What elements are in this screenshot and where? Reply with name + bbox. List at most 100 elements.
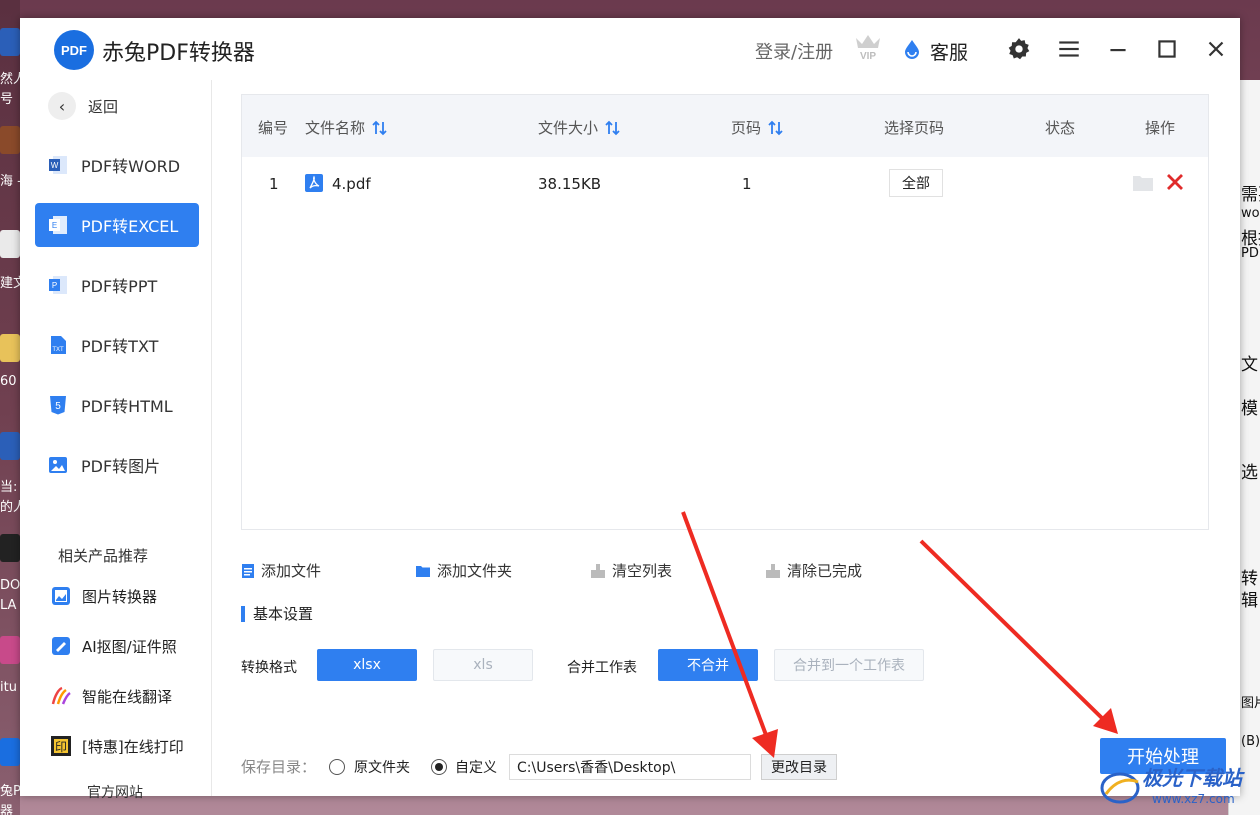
bg-doc-text: PDI [1241, 246, 1260, 261]
official-website-link[interactable]: 官方网站 [87, 782, 143, 802]
add-folder-button[interactable]: 添加文件夹 [415, 560, 512, 581]
sidebar-item-label: PDF转WORD [81, 157, 181, 176]
desktop-label: 60 [0, 374, 17, 389]
clear-done-label: 清除已完成 [787, 562, 863, 580]
add-file-button[interactable]: 添加文件 [241, 560, 321, 581]
bg-doc-text: 模 [1241, 399, 1258, 419]
service-drop-icon[interactable] [903, 39, 921, 59]
change-directory-button[interactable]: 更改目录 [761, 754, 837, 780]
sidebar-item-pdf-to-word[interactable]: W PDF转WORD [35, 143, 199, 187]
bg-doc-text: 辑 [1241, 591, 1258, 611]
minimize-icon[interactable] [1105, 36, 1131, 62]
add-file-label: 添加文件 [261, 562, 322, 580]
desktop-folder-icon[interactable] [0, 334, 20, 362]
vip-crown-icon[interactable]: VIP [852, 30, 884, 62]
image-icon [49, 457, 67, 473]
merge-sheets-label: 合并工作表 [567, 660, 637, 676]
header-ops-label: 操作 [1145, 119, 1176, 137]
recommend-label: 图片转换器 [82, 587, 158, 606]
sidebar-item-label: PDF转EXCEL [81, 217, 179, 236]
sidebar-item-label: PDF转TXT [81, 337, 159, 356]
svg-text:5: 5 [55, 401, 61, 412]
header-select-pages: 选择页码 [884, 117, 944, 138]
picture-converter-icon [52, 587, 70, 605]
recommend-item-translate[interactable]: 智能在线翻译 [50, 685, 172, 707]
save-path-field[interactable]: C:\Users\香香\Desktop\ [509, 754, 751, 780]
app-window: PDF 赤兔PDF转换器 登录/注册 VIP 客服 ‹ 返回 W PDF转WOR… [20, 18, 1240, 801]
desktop-label: 建文 [0, 276, 20, 291]
save-dir-label: 保存目录： [241, 758, 317, 776]
watermark-url: www.xz7.com [1152, 792, 1235, 806]
header-name[interactable]: 文件名称 [305, 117, 389, 138]
sidebar: ‹ 返回 W PDF转WORD E PDF转EXCEL P PDF转PPT TX… [20, 80, 212, 801]
header-size-label: 文件大小 [538, 119, 599, 137]
page-select-button[interactable]: 全部 [889, 169, 943, 197]
desktop-label: DOI [0, 578, 20, 593]
delete-icon[interactable] [1164, 171, 1186, 193]
no-merge-button[interactable]: 不合并 [658, 649, 758, 681]
desktop-word-icon[interactable] [0, 432, 20, 460]
file-table: 编号 文件名称 文件大小 页码 选择页码 状态 操作 1 4.pdf 38.15… [241, 94, 1209, 530]
recommend-item-picture-converter[interactable]: 图片转换器 [50, 585, 157, 607]
app-title: 赤兔PDF转换器 [102, 41, 255, 66]
menu-icon[interactable] [1056, 36, 1082, 62]
sort-icon [768, 120, 783, 135]
desktop-app-icon[interactable] [0, 126, 20, 154]
bg-doc-text: 选 [1241, 463, 1258, 483]
radio-custom[interactable] [431, 759, 447, 775]
app-logo: PDF [54, 30, 94, 70]
svg-text:E: E [52, 221, 57, 230]
login-register-link[interactable]: 登录/注册 [755, 38, 833, 64]
bg-doc-text: wor [1241, 206, 1260, 221]
sidebar-item-pdf-to-ppt[interactable]: P PDF转PPT [35, 263, 199, 307]
desktop-archive-icon[interactable] [0, 636, 20, 664]
clear-list-button[interactable]: 清空列表 [590, 560, 672, 581]
sidebar-item-pdf-to-image[interactable]: PDF转图片 [35, 443, 199, 487]
pdf-file-icon [305, 174, 323, 192]
desktop-app-icon[interactable] [0, 534, 20, 562]
customer-service-link[interactable]: 客服 [930, 38, 968, 65]
settings-gear-icon[interactable] [1006, 36, 1032, 62]
desktop-pdf-converter-icon[interactable] [0, 738, 20, 766]
word-icon: W [49, 156, 67, 174]
back-button[interactable]: ‹ 返回 [48, 92, 118, 120]
watermark-text: 极光下载站 [1142, 766, 1242, 790]
row-pages: 1 [742, 175, 752, 193]
table-header: 编号 文件名称 文件大小 页码 选择页码 状态 操作 [242, 95, 1208, 157]
recommend-label: 智能在线翻译 [82, 687, 173, 706]
sidebar-item-label: PDF转PPT [81, 277, 158, 296]
sort-icon [372, 120, 387, 135]
header-pages[interactable]: 页码 [731, 117, 785, 138]
header-name-label: 文件名称 [305, 119, 366, 137]
format-xlsx-button[interactable]: xlsx [317, 649, 417, 681]
row-file-size: 38.15KB [538, 175, 602, 193]
sidebar-item-pdf-to-txt[interactable]: TXT PDF转TXT [35, 323, 199, 367]
desktop-label: 兔P [0, 784, 20, 799]
recommend-item-online-print[interactable]: 印 [特惠]在线打印 [50, 735, 184, 757]
desktop-document-icon[interactable] [0, 230, 20, 258]
bg-doc-text: (B) [1241, 734, 1260, 749]
merge-one-sheet-button[interactable]: 合并到一个工作表 [774, 649, 924, 681]
radio-original-folder[interactable] [329, 759, 345, 775]
ai-cutout-icon [52, 637, 70, 655]
title-bar: PDF 赤兔PDF转换器 登录/注册 VIP 客服 [20, 18, 1240, 80]
format-xls-button[interactable]: xls [433, 649, 533, 681]
recommend-label: [特惠]在线打印 [82, 737, 184, 756]
desktop-label: 然人 [0, 72, 20, 87]
row-num: 1 [269, 175, 279, 193]
sidebar-item-pdf-to-html[interactable]: 5 PDF转HTML [35, 383, 199, 427]
add-file-icon [242, 563, 254, 578]
desktop-word-icon[interactable] [0, 28, 20, 56]
broom-icon [766, 563, 780, 578]
maximize-icon[interactable] [1154, 36, 1180, 62]
translate-icon [51, 686, 71, 705]
recommend-item-ai-cutout[interactable]: AI抠图/证件照 [50, 635, 177, 657]
basic-settings-label: 基本设置 [253, 605, 314, 623]
header-size[interactable]: 文件大小 [538, 117, 622, 138]
clear-done-button[interactable]: 清除已完成 [765, 560, 862, 581]
desktop-label: 海 - [0, 174, 20, 189]
sidebar-item-label: PDF转HTML [81, 397, 173, 416]
sidebar-item-pdf-to-excel[interactable]: E PDF转EXCEL [35, 203, 199, 247]
close-icon[interactable] [1203, 36, 1229, 62]
open-folder-icon[interactable] [1132, 173, 1154, 193]
